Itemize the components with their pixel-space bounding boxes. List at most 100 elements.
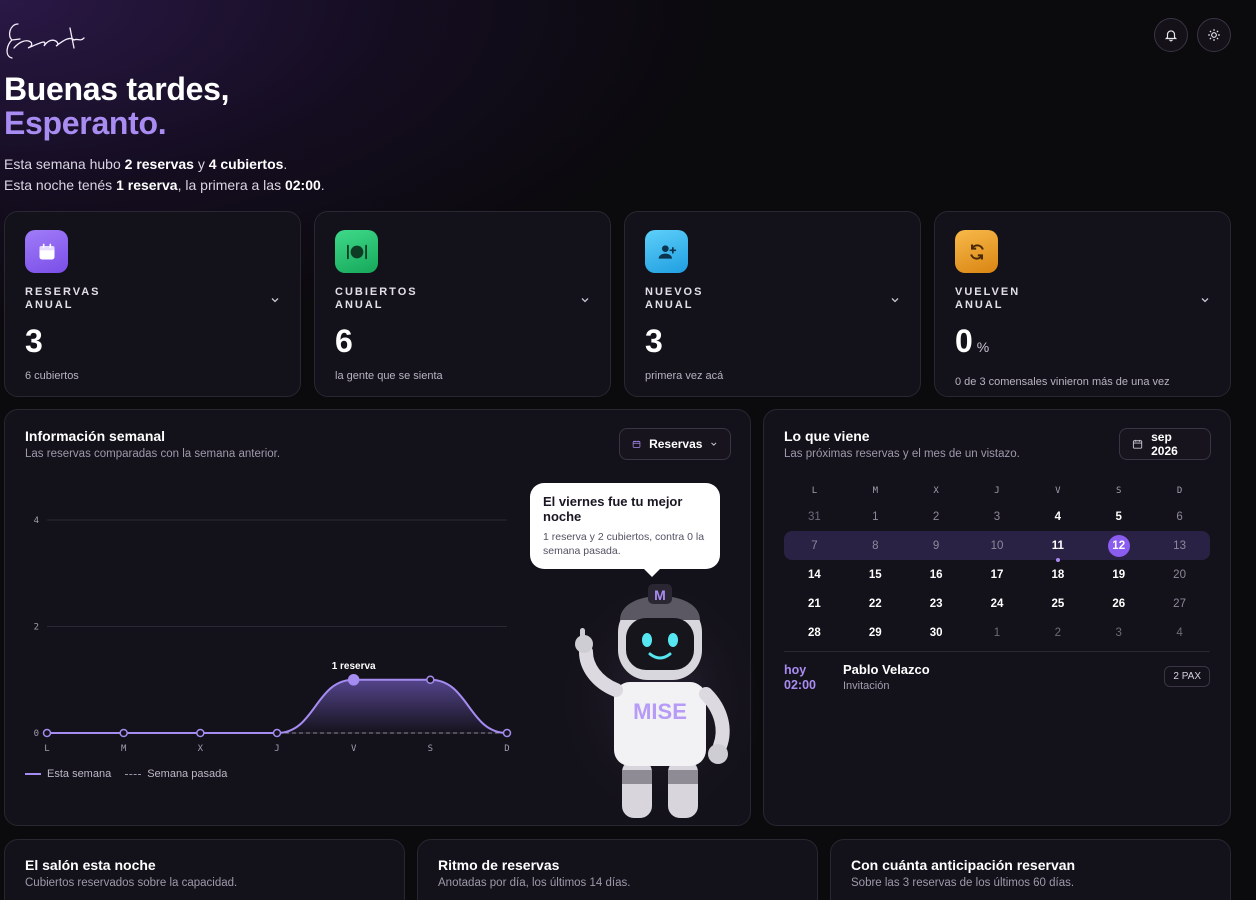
x-tick-label: X bbox=[198, 744, 204, 754]
month-calendar: LMXJVSD 31 1 2 3 4 5 6 7 8 9 10 11 12 13 14 15 16 17 18 19 2… bbox=[784, 480, 1210, 647]
calendar-day[interactable]: 23 bbox=[906, 598, 967, 610]
calendar-day[interactable]: 8 bbox=[845, 540, 906, 552]
peak-data-label: 1 reserva bbox=[332, 661, 376, 672]
booking-time: hoy 02:00 bbox=[784, 663, 816, 692]
x-tick-label: V bbox=[351, 744, 357, 754]
rhythm-card: Ritmo de reservas Anotadas por día, los … bbox=[417, 839, 818, 900]
weekly-line-chart: 0 2 4 L M X J V S D 1 reserva bbox=[34, 516, 512, 754]
calendar-day[interactable]: 5 bbox=[1088, 511, 1149, 523]
chevron-down-icon[interactable] bbox=[890, 292, 900, 310]
data-point bbox=[502, 728, 512, 738]
calendar-day[interactable]: 10 bbox=[967, 540, 1028, 552]
kpi-value: 3 bbox=[645, 323, 663, 359]
calendar-day[interactable]: 4 bbox=[1149, 627, 1210, 639]
weekday-label: X bbox=[933, 486, 939, 496]
calendar-day[interactable]: 14 bbox=[784, 569, 845, 581]
kpi-value: 0% bbox=[955, 323, 990, 359]
calendar-day[interactable]: 6 bbox=[1149, 511, 1210, 523]
calendar-week: 7 8 9 10 11 12 13 bbox=[784, 531, 1210, 562]
weekday-label: J bbox=[994, 486, 1000, 496]
month-picker[interactable]: sep 2026 bbox=[1119, 428, 1211, 460]
chart-legend: Esta semana Semana pasada bbox=[25, 768, 227, 780]
calendar-day[interactable]: 1 bbox=[967, 627, 1028, 639]
x-tick-label: J bbox=[274, 744, 279, 754]
kpi-label: CUBIERTOS ANUAL bbox=[335, 286, 418, 311]
calendar-day[interactable]: 19 bbox=[1088, 569, 1149, 581]
card-subtitle: Anotadas por día, los últimos 14 días. bbox=[438, 877, 631, 889]
y-tick-label: 4 bbox=[34, 516, 39, 526]
card-subtitle: Sobre las 3 reservas de los últimos 60 d… bbox=[851, 877, 1075, 889]
y-tick-label: 0 bbox=[34, 729, 39, 739]
calendar-day[interactable]: 9 bbox=[906, 540, 967, 552]
calendar-day[interactable]: 27 bbox=[1149, 598, 1210, 610]
upcoming-booking[interactable]: hoy 02:00 Pablo Velazco Invitación 2 PAX bbox=[784, 651, 1210, 692]
chevron-down-icon bbox=[711, 442, 717, 446]
x-tick-label: S bbox=[428, 744, 433, 754]
insight-bubble: El viernes fue tu mejor noche 1 reserva … bbox=[530, 483, 720, 577]
anticipation-card: Con cuánta anticipación reservan Sobre l… bbox=[830, 839, 1231, 900]
calendar-day[interactable]: 26 bbox=[1088, 598, 1149, 610]
weekday-label: D bbox=[1176, 486, 1183, 496]
booking-guest-name: Pablo Velazco bbox=[843, 662, 930, 677]
notifications-button[interactable] bbox=[1154, 18, 1188, 52]
calendar-day[interactable]: 22 bbox=[845, 598, 906, 610]
weekly-info-card: Información semanal Las reservas compara… bbox=[4, 409, 760, 826]
calendar-day[interactable]: 4 bbox=[1027, 511, 1088, 523]
calendar-day[interactable]: 18 bbox=[1027, 569, 1088, 581]
series-area-current bbox=[47, 679, 507, 733]
calendar-day[interactable]: 16 bbox=[906, 569, 967, 581]
calendar-day[interactable]: 2 bbox=[1027, 627, 1088, 639]
calendar-day[interactable]: 12 bbox=[1088, 534, 1149, 557]
calendar-day[interactable]: 20 bbox=[1149, 569, 1210, 581]
kpi-value: 3 bbox=[25, 323, 43, 359]
calendar-day[interactable]: 24 bbox=[967, 598, 1028, 610]
calendar-day[interactable]: 31 bbox=[784, 511, 845, 523]
calendar-day[interactable]: 28 bbox=[784, 627, 845, 639]
brand-logo bbox=[4, 14, 88, 64]
calendar-day[interactable]: 29 bbox=[845, 627, 906, 639]
kpi-subtext: primera vez acá bbox=[645, 370, 724, 382]
calendar-day[interactable]: 21 bbox=[784, 598, 845, 610]
calendar-day[interactable]: 7 bbox=[784, 540, 845, 552]
calendar-day[interactable]: 11 bbox=[1027, 540, 1088, 562]
weekday-label: S bbox=[1116, 486, 1122, 496]
calendar-day[interactable]: 17 bbox=[967, 569, 1028, 581]
card-title: Con cuánta anticipación reservan bbox=[851, 857, 1076, 873]
chevron-down-icon[interactable] bbox=[580, 292, 590, 310]
card-title: Ritmo de reservas bbox=[438, 857, 560, 873]
kpi-label: NUEVOS ANUAL bbox=[645, 286, 704, 311]
salon-card: El salón esta noche Cubiertos reservados… bbox=[4, 839, 405, 900]
legend-current: Esta semana bbox=[25, 768, 111, 780]
refresh-icon bbox=[955, 230, 998, 273]
calendar-day[interactable]: 1 bbox=[845, 511, 906, 523]
calendar-day[interactable]: 3 bbox=[967, 511, 1028, 523]
card-subtitle: Cubiertos reservados sobre la capacidad. bbox=[25, 877, 238, 889]
calendar-icon bbox=[632, 440, 641, 448]
metric-dropdown[interactable]: Reservas bbox=[619, 428, 731, 460]
chevron-down-icon[interactable] bbox=[1200, 292, 1210, 310]
data-point bbox=[272, 728, 282, 738]
chevron-down-icon[interactable] bbox=[270, 292, 280, 310]
user-plus-icon bbox=[645, 230, 688, 273]
calendar-week: 31 1 2 3 4 5 6 bbox=[784, 502, 1210, 531]
calendar-day[interactable]: 15 bbox=[845, 569, 906, 581]
weekday-label: M bbox=[872, 486, 878, 496]
calendar-day[interactable]: 30 bbox=[906, 627, 967, 639]
data-point bbox=[426, 675, 435, 684]
calendar-day[interactable]: 2 bbox=[906, 511, 967, 523]
calendar-day[interactable]: 3 bbox=[1088, 627, 1149, 639]
bell-icon bbox=[1164, 30, 1178, 42]
calendar-day[interactable]: 25 bbox=[1027, 598, 1088, 610]
kpi-label: VUELVEN ANUAL bbox=[955, 286, 1021, 311]
kpi-subtext: 0 de 3 comensales vinieron más de una ve… bbox=[955, 376, 1170, 388]
calendar-week: 14 15 16 17 18 19 20 bbox=[784, 560, 1210, 589]
greeting: Buenas tardes, Esperanto. Esta semana hu… bbox=[4, 72, 325, 196]
calendar-week: 28 29 30 1 2 3 4 bbox=[784, 618, 1210, 647]
robot-cap-logo: M bbox=[654, 587, 666, 603]
calendar-day[interactable]: 13 bbox=[1149, 540, 1210, 552]
card-title: El salón esta noche bbox=[25, 857, 156, 873]
calendar-icon bbox=[1132, 439, 1143, 449]
kpi-label: RESERVAS ANUAL bbox=[25, 286, 101, 311]
x-tick-label: L bbox=[44, 744, 49, 754]
theme-toggle-button[interactable] bbox=[1197, 18, 1231, 52]
